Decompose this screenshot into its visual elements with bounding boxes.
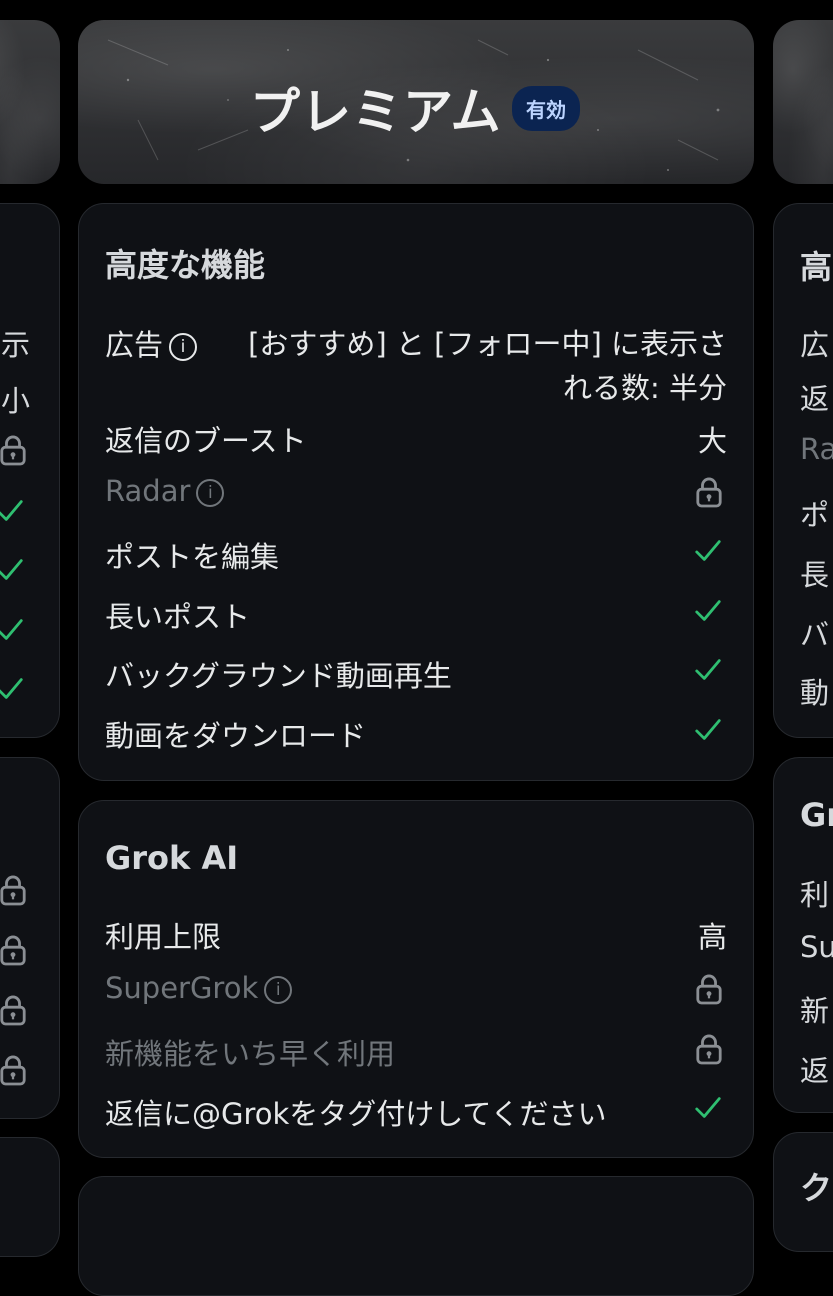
section-title: 高度な機能 xyxy=(105,246,266,284)
right-partial-text: 広 xyxy=(800,328,830,362)
check-icon xyxy=(693,536,723,566)
left-banner-partial[interactable] xyxy=(0,20,60,184)
right-card-grok-partial: Gr 利 Su 新 返 xyxy=(773,757,833,1113)
ads-value: [おすすめ] と [フォロー中] に表示される数: 半分 xyxy=(248,327,727,405)
ads-label: 広告 xyxy=(105,328,164,362)
feature-row-edit-post: ポストを編集 xyxy=(105,534,727,574)
feature-label: 利用上限 xyxy=(105,920,222,954)
lock-icon xyxy=(0,994,27,1026)
right-partial-text: Su xyxy=(800,930,833,964)
right-partial-text: バ xyxy=(800,618,830,652)
feature-row-usage-limit: 利用上限 高 xyxy=(105,914,727,954)
grok-ai-card: Grok AI 利用上限 高 SuperGrok i 新機能をいち早く利用 返信に… xyxy=(78,800,754,1158)
check-icon xyxy=(0,615,25,645)
feature-label: 新機能をいち早く利用 xyxy=(105,1037,396,1071)
left-partial-text: 小 xyxy=(1,384,31,418)
feature-row-background-video: バックグラウンド動画再生 xyxy=(105,653,727,693)
right-partial-text: 返 xyxy=(800,1054,830,1088)
right-partial-text: ポ xyxy=(800,498,830,532)
check-icon xyxy=(693,596,723,626)
lock-icon xyxy=(0,434,27,466)
right-partial-title: 高 xyxy=(800,248,833,286)
lock-icon xyxy=(0,1054,27,1086)
feature-label: 長いポスト xyxy=(105,600,251,634)
feature-label: 動画をダウンロード xyxy=(105,719,367,753)
lock-icon xyxy=(0,934,27,966)
lock-icon xyxy=(695,476,723,508)
left-card-grok-partial xyxy=(0,757,60,1119)
feature-row-radar: Radar i xyxy=(105,474,727,514)
feature-row-reply-boost: 返信のブースト 大 xyxy=(105,418,727,458)
right-card-advanced-partial: 高 広 返 Ra ポ 長 バ 動 xyxy=(773,203,833,738)
check-icon xyxy=(693,1093,723,1123)
feature-label: バックグラウンド動画再生 xyxy=(105,659,452,693)
right-partial-text: 長 xyxy=(800,558,830,592)
feature-label: 返信のブースト xyxy=(105,424,307,458)
info-icon[interactable]: i xyxy=(264,976,293,1004)
right-partial-title: Gr xyxy=(800,796,833,834)
ads-row-label: 広告 i xyxy=(105,322,198,364)
premium-banner[interactable]: プレミアム 有効 xyxy=(78,20,754,184)
right-partial-text: 返 xyxy=(800,382,830,416)
feature-label: Radar xyxy=(105,474,191,508)
check-icon xyxy=(693,655,723,685)
banner-title: プレミアム xyxy=(250,83,502,141)
next-card-partial xyxy=(78,1176,754,1296)
right-banner-partial[interactable] xyxy=(773,20,833,184)
feature-row-long-post: 長いポスト xyxy=(105,594,727,634)
right-partial-title: ク xyxy=(800,1169,833,1207)
left-partial-text: 示 xyxy=(1,328,31,362)
status-badge: 有効 xyxy=(512,86,580,131)
check-icon xyxy=(0,674,25,704)
check-icon xyxy=(0,555,25,585)
feature-label: ポストを編集 xyxy=(105,540,280,574)
lock-icon xyxy=(695,1033,723,1065)
feature-row-early-access: 新機能をいち早く利用 xyxy=(105,1031,727,1071)
section-title: Grok AI xyxy=(105,839,239,877)
check-icon xyxy=(0,496,25,526)
right-partial-text: 新 xyxy=(800,994,830,1028)
check-icon xyxy=(693,715,723,745)
feature-row-tag-grok: 返信に@Grokをタグ付けしてください xyxy=(105,1091,727,1131)
feature-label: SuperGrok xyxy=(105,971,259,1005)
right-card-bottom-partial: ク xyxy=(773,1132,833,1252)
feature-value: 大 xyxy=(697,424,727,458)
left-card-advanced-partial: 示 小 xyxy=(0,203,60,738)
feature-row-supergrok: SuperGrok i xyxy=(105,971,727,1011)
advanced-features-card: 高度な機能 広告 i [おすすめ] と [フォロー中] に表示される数: 半分 返… xyxy=(78,203,754,781)
lock-icon xyxy=(695,973,723,1005)
info-icon[interactable]: i xyxy=(196,479,225,507)
info-icon[interactable]: i xyxy=(169,333,198,361)
right-partial-text: 動 xyxy=(800,676,830,710)
feature-value: 高 xyxy=(697,920,727,954)
feature-row-download-video: 動画をダウンロード xyxy=(105,713,727,753)
left-card-bottom-partial xyxy=(0,1137,60,1257)
feature-label: 返信に@Grokをタグ付けしてください xyxy=(105,1097,607,1131)
right-partial-text: Ra xyxy=(800,432,833,466)
right-partial-text: 利 xyxy=(800,878,830,912)
lock-icon xyxy=(0,874,27,906)
